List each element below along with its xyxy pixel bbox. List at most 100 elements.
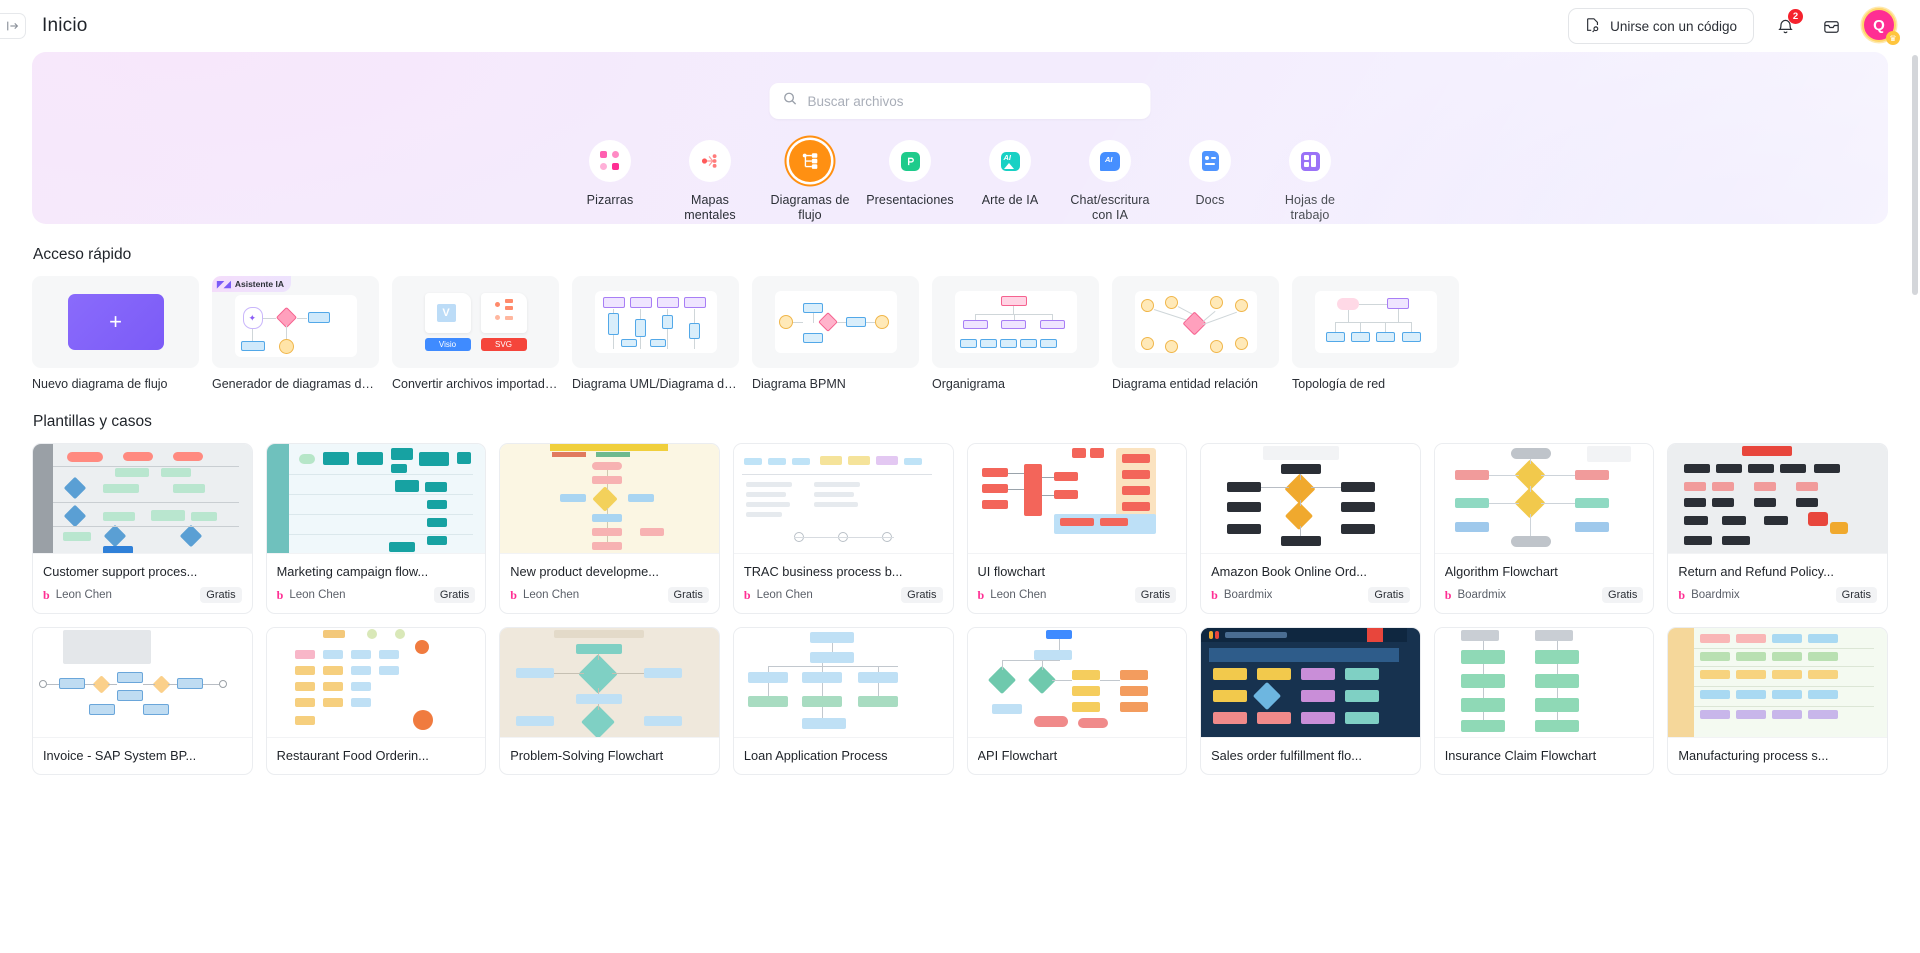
join-with-code-button[interactable]: Unirse con un código — [1568, 8, 1754, 44]
top-bar: Inicio Unirse con un código 2 Q ♛ — [0, 0, 1920, 295]
template-price-badge: Gratis — [667, 587, 709, 603]
search-input[interactable] — [807, 93, 1138, 109]
avatar[interactable]: Q ♛ — [1862, 8, 1900, 45]
quick-access-thumb-import-convert[interactable]: V Visio SVG — [392, 276, 559, 368]
category-mapas-mentales[interactable]: Mapas mentales — [669, 140, 752, 223]
template-card[interactable]: Restaurant Food Orderin... — [265, 627, 487, 775]
template-thumb-api[interactable] — [967, 628, 1187, 738]
top-bar-actions: Unirse con un código 2 Q ♛ — [1568, 8, 1900, 45]
template-meta: Problem-Solving Flowchart — [500, 738, 719, 774]
template-thumb-swimlane-teal[interactable] — [266, 444, 486, 554]
template-thumb-loan[interactable] — [733, 628, 953, 738]
quick-access-card[interactable]: Topología de red — [1292, 276, 1459, 391]
category-label: Docs — [1195, 193, 1225, 207]
category-arte-de-ia[interactable]: AI Arte de IA — [969, 140, 1052, 223]
template-meta: Algorithm Flowchart b Boardmix Gratis — [1435, 554, 1654, 613]
template-card[interactable]: Amazon Book Online Ord... b Boardmix Gra… — [1200, 443, 1421, 614]
template-card[interactable]: Customer support proces... b Leon Chen G… — [32, 443, 253, 614]
category-docs[interactable]: Docs — [1169, 140, 1252, 223]
quick-access-thumb-ai-generator[interactable]: ◤◢ Asistente IA ✦ — [212, 276, 379, 368]
quick-access-card[interactable]: V Visio SVG Convertir archivos importado… — [392, 276, 559, 391]
flowchart-icon — [789, 140, 831, 182]
quick-access-label: Diagrama UML/Diagrama de secu... — [572, 377, 739, 391]
template-thumb-restaurant[interactable] — [266, 628, 486, 738]
quick-access-label: Convertir archivos importados en ... — [392, 377, 559, 391]
category-hojas-de-trabajo[interactable]: Hojas de trabajo — [1269, 140, 1352, 223]
boardmix-icon: b — [276, 588, 284, 602]
template-name: Insurance Claim Flowchart — [1444, 748, 1597, 763]
plus-icon: + — [67, 294, 164, 350]
template-thumb-algorithm[interactable] — [1434, 444, 1654, 554]
template-meta: Sales order fulfillment flo... — [1201, 738, 1420, 774]
template-thumb-insurance[interactable] — [1434, 628, 1654, 738]
quick-access-card[interactable]: Diagrama UML/Diagrama de secu... — [572, 276, 739, 391]
template-card[interactable]: Manufacturing process s... — [1667, 627, 1888, 775]
quick-access-title: Acceso rápido — [33, 246, 132, 263]
quick-access-thumb-org-chart[interactable] — [932, 276, 1099, 368]
template-card[interactable]: Return and Refund Policy... b Boardmix G… — [1667, 443, 1888, 614]
template-card[interactable]: Insurance Claim Flowchart — [1433, 627, 1655, 775]
template-card[interactable]: UI flowchart b Leon Chen Gratis — [966, 443, 1188, 614]
template-meta: UI flowchart b Leon Chen Gratis — [968, 554, 1187, 613]
boardmix-icon: b — [977, 588, 985, 602]
template-thumb-yellow-flow[interactable] — [500, 444, 719, 554]
template-card[interactable]: Marketing campaign flow... b Leon Chen G… — [265, 443, 487, 614]
template-meta: Manufacturing process s... — [1668, 738, 1887, 774]
template-name: Amazon Book Online Ord... — [1211, 564, 1367, 579]
quick-access-thumb-erd[interactable] — [1112, 276, 1279, 368]
template-thumb-return-refund[interactable] — [1668, 444, 1887, 554]
quick-access-card[interactable]: Diagrama BPMN — [752, 276, 919, 391]
category-chat-escritura-con-ia[interactable]: AI Chat/escritura con IA — [1069, 140, 1152, 223]
quick-access-thumb-uml[interactable] — [572, 276, 739, 368]
template-thumb-manufacturing[interactable] — [1668, 628, 1887, 738]
quick-access-card[interactable]: Organigrama — [932, 276, 1099, 391]
page-scrollbar[interactable] — [1912, 55, 1918, 295]
thumb-canvas — [594, 291, 717, 353]
template-price-badge: Gratis — [1602, 587, 1644, 603]
boardmix-icon: b — [1678, 588, 1686, 602]
template-card[interactable]: API Flowchart — [966, 627, 1188, 775]
thumb-canvas — [954, 291, 1077, 353]
panel-collapse-icon[interactable] — [0, 13, 26, 39]
template-card[interactable]: Invoice - SAP System BP... — [32, 627, 253, 775]
template-thumb-sales-order[interactable] — [1201, 628, 1420, 738]
category-pizarras[interactable]: Pizarras — [569, 140, 652, 223]
template-thumb-swimlane-gray[interactable] — [33, 444, 252, 554]
thumb-canvas: ✦ — [234, 295, 357, 357]
template-card[interactable]: Problem-Solving Flowchart — [499, 627, 720, 775]
template-name: Customer support proces... — [43, 564, 198, 579]
quick-access-card[interactable]: ◤◢ Asistente IA ✦ Generador de diagramas… — [212, 276, 379, 391]
notifications-button[interactable]: 2 — [1770, 9, 1803, 41]
mindmap-icon — [689, 140, 731, 182]
template-thumb-amazon-dark[interactable] — [1201, 444, 1420, 554]
template-name: API Flowchart — [977, 748, 1058, 763]
template-price-badge: Gratis — [901, 587, 943, 603]
template-thumb-invoice-sap[interactable] — [33, 628, 252, 738]
ai-assistant-badge: ◤◢ Asistente IA — [212, 276, 291, 292]
quick-access-label: Organigrama — [932, 377, 1005, 391]
template-thumb-problem-solving[interactable] — [500, 628, 719, 738]
template-thumb-ui-flow-red[interactable] — [967, 444, 1187, 554]
template-card[interactable]: Sales order fulfillment flo... — [1200, 627, 1421, 775]
template-meta: Return and Refund Policy... b Boardmix G… — [1668, 554, 1887, 613]
worksheet-icon — [1289, 140, 1331, 182]
category-presentaciones[interactable]: Presentaciones — [866, 140, 954, 223]
template-card[interactable]: TRAC business process b... b Leon Chen G… — [732, 443, 954, 614]
quick-access-card[interactable]: + Nuevo diagrama de flujo — [32, 276, 199, 391]
inbox-button[interactable] — [1816, 11, 1846, 41]
whiteboard-icon — [589, 140, 631, 182]
category-label: Pizarras — [586, 193, 634, 207]
template-card[interactable]: Algorithm Flowchart b Boardmix Gratis — [1433, 443, 1655, 614]
template-card[interactable]: New product developme... b Leon Chen Gra… — [499, 443, 720, 614]
template-card[interactable]: Loan Application Process — [732, 627, 954, 775]
search-box[interactable] — [769, 83, 1151, 119]
quick-access-thumb-bpmn[interactable] — [752, 276, 919, 368]
template-author: Leon Chen — [990, 589, 1047, 601]
template-meta: New product developme... b Leon Chen Gra… — [500, 554, 719, 613]
category-label: Mapas mentales — [684, 193, 736, 222]
category-diagramas-de-flujo[interactable]: Diagramas de flujo — [769, 140, 852, 223]
quick-access-thumb-new-flowchart[interactable]: + — [32, 276, 199, 368]
quick-access-card[interactable]: Diagrama entidad relación — [1112, 276, 1279, 391]
quick-access-thumb-network[interactable] — [1292, 276, 1459, 368]
template-thumb-trac-lanes[interactable] — [733, 444, 953, 554]
